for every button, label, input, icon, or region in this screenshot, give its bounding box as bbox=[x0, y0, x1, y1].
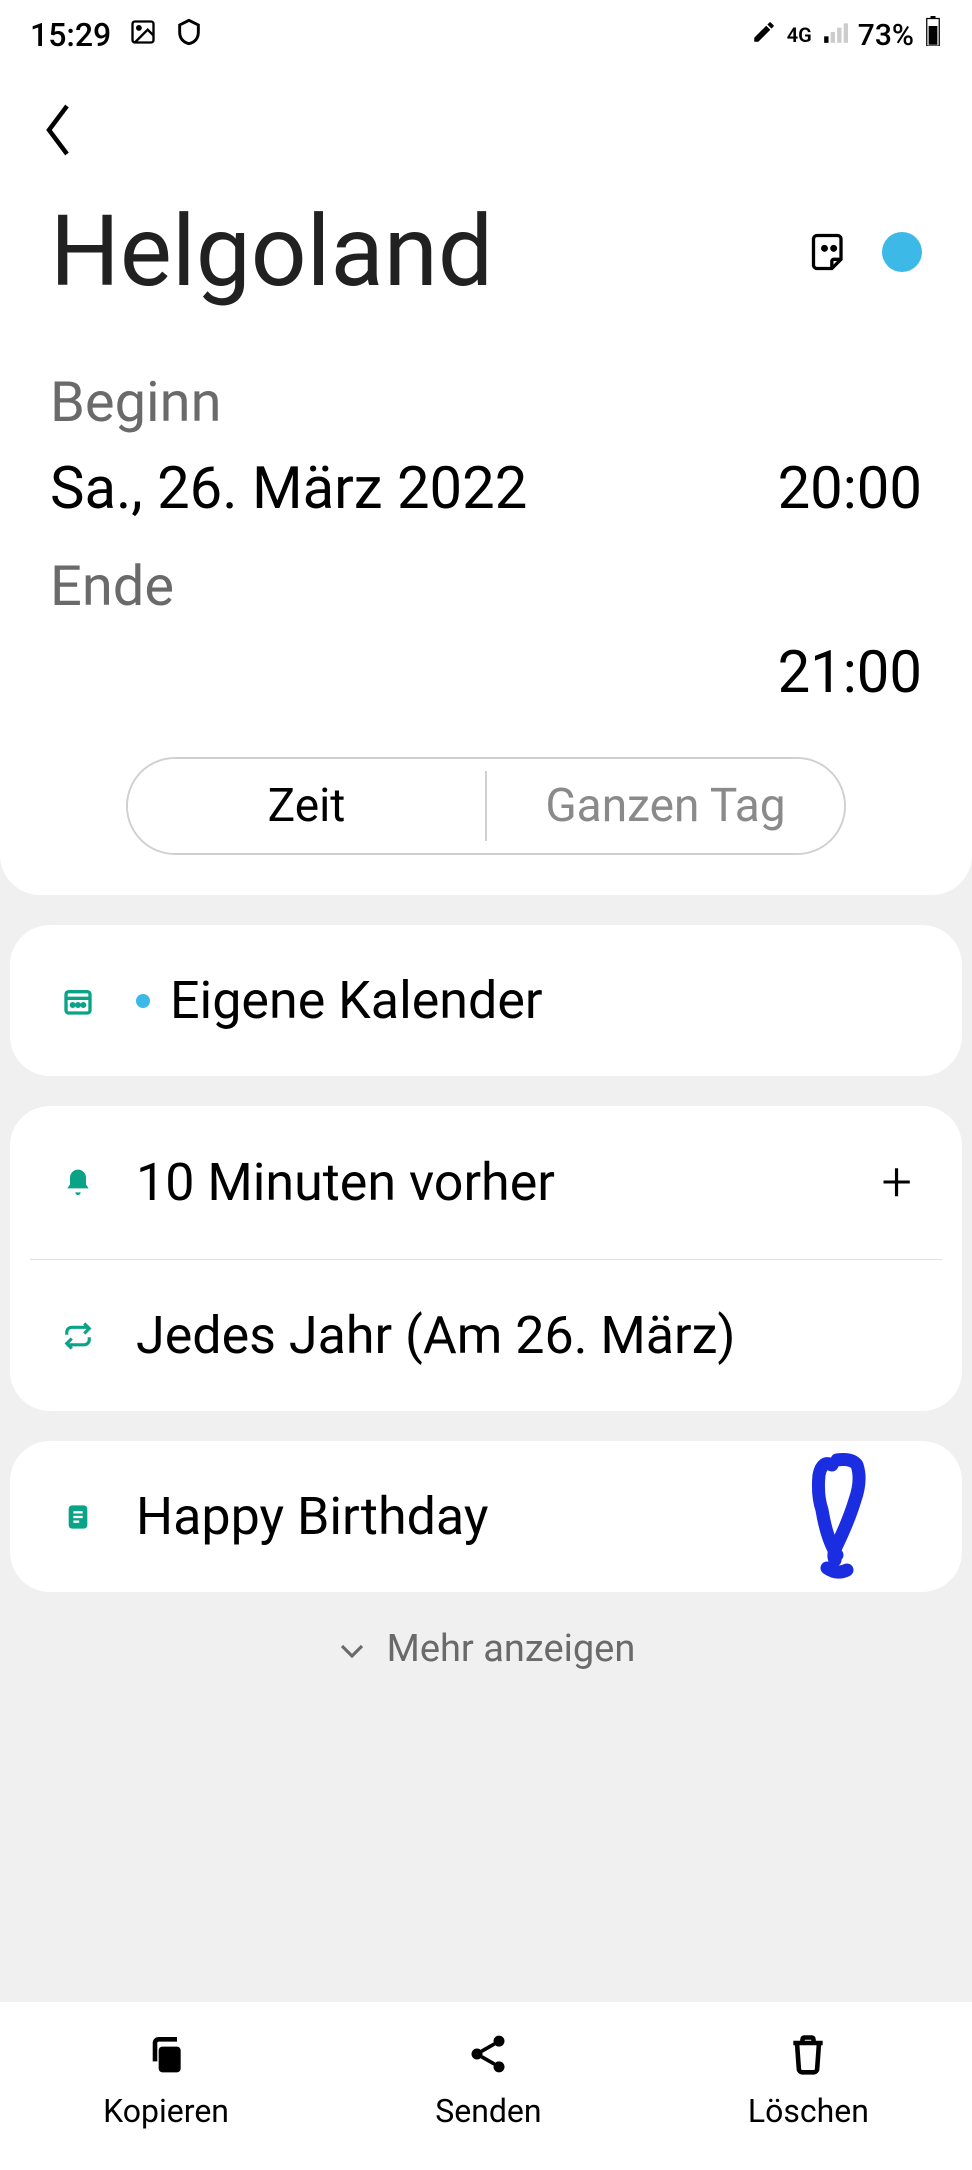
copy-label: Kopieren bbox=[103, 2092, 229, 2130]
time-allday-toggle: Zeit Ganzen Tag bbox=[126, 757, 846, 855]
add-reminder-icon[interactable]: + bbox=[881, 1151, 912, 1214]
repeat-label: Jedes Jahr (Am 26. März) bbox=[136, 1305, 912, 1366]
battery-percent: 73% bbox=[858, 18, 914, 53]
status-time: 15:29 bbox=[30, 16, 111, 54]
repeat-row[interactable]: Jedes Jahr (Am 26. März) bbox=[10, 1260, 962, 1411]
start-label: Beginn bbox=[50, 369, 922, 435]
event-title[interactable]: Helgoland bbox=[50, 194, 778, 309]
reminder-repeat-card: 10 Minuten vorher + Jedes Jahr (Am 26. M… bbox=[10, 1106, 962, 1411]
notes-icon bbox=[60, 1501, 96, 1533]
reminder-label: 10 Minuten vorher bbox=[136, 1152, 841, 1213]
send-button[interactable]: Senden bbox=[435, 2032, 541, 2130]
toggle-time[interactable]: Zeit bbox=[128, 759, 485, 853]
main-card: Helgoland Beginn Sa., 26. März 2022 20:0… bbox=[0, 70, 972, 895]
calendar-color-dot bbox=[136, 994, 150, 1008]
toggle-allday[interactable]: Ganzen Tag bbox=[487, 759, 844, 853]
reminder-row[interactable]: 10 Minuten vorher + bbox=[10, 1106, 962, 1259]
copy-button[interactable]: Kopieren bbox=[103, 2032, 229, 2130]
calendar-row[interactable]: Eigene Kalender bbox=[10, 925, 962, 1076]
status-left: 15:29 bbox=[30, 16, 203, 54]
start-date[interactable]: Sa., 26. März 2022 bbox=[50, 455, 527, 523]
battery-icon bbox=[924, 16, 942, 54]
gallery-icon bbox=[129, 16, 157, 54]
status-right: 4G 73% bbox=[751, 16, 942, 54]
notes-card: Happy Birthday bbox=[10, 1441, 962, 1592]
title-row: Helgoland bbox=[0, 174, 972, 369]
calendar-card: Eigene Kalender bbox=[10, 925, 962, 1076]
back-button[interactable] bbox=[0, 70, 972, 174]
bottom-bar: Kopieren Senden Löschen bbox=[0, 2002, 972, 2170]
status-bar: 15:29 4G 73% bbox=[0, 0, 972, 70]
more-label: Mehr anzeigen bbox=[387, 1627, 636, 1671]
start-time[interactable]: 20:00 bbox=[778, 455, 922, 523]
network-type: 4G bbox=[787, 23, 812, 47]
shield-icon bbox=[175, 16, 203, 54]
delete-label: Löschen bbox=[748, 2092, 869, 2130]
calendar-icon bbox=[60, 985, 96, 1017]
send-label: Senden bbox=[435, 2092, 541, 2130]
sticker-icon[interactable] bbox=[808, 230, 852, 274]
handwritten-annotation bbox=[807, 1450, 887, 1584]
color-dot[interactable] bbox=[882, 232, 922, 272]
signal-icon bbox=[822, 18, 848, 53]
time-section: Beginn Sa., 26. März 2022 20:00 Ende 21:… bbox=[0, 369, 972, 855]
start-row[interactable]: Sa., 26. März 2022 20:00 bbox=[50, 455, 922, 523]
trash-icon bbox=[786, 2032, 830, 2080]
bell-icon bbox=[60, 1165, 96, 1201]
repeat-icon bbox=[60, 1321, 96, 1351]
notes-label: Happy Birthday bbox=[136, 1486, 912, 1547]
delete-button[interactable]: Löschen bbox=[748, 2032, 869, 2130]
end-label: Ende bbox=[50, 553, 922, 619]
end-time[interactable]: 21:00 bbox=[50, 639, 922, 707]
toggle-container: Zeit Ganzen Tag bbox=[50, 757, 922, 855]
more-row[interactable]: Mehr anzeigen bbox=[0, 1592, 972, 1706]
pen-icon bbox=[751, 18, 777, 53]
calendar-label: Eigene Kalender bbox=[170, 970, 912, 1031]
chevron-down-icon bbox=[337, 1627, 367, 1671]
share-icon bbox=[466, 2032, 510, 2080]
copy-icon bbox=[144, 2032, 188, 2080]
